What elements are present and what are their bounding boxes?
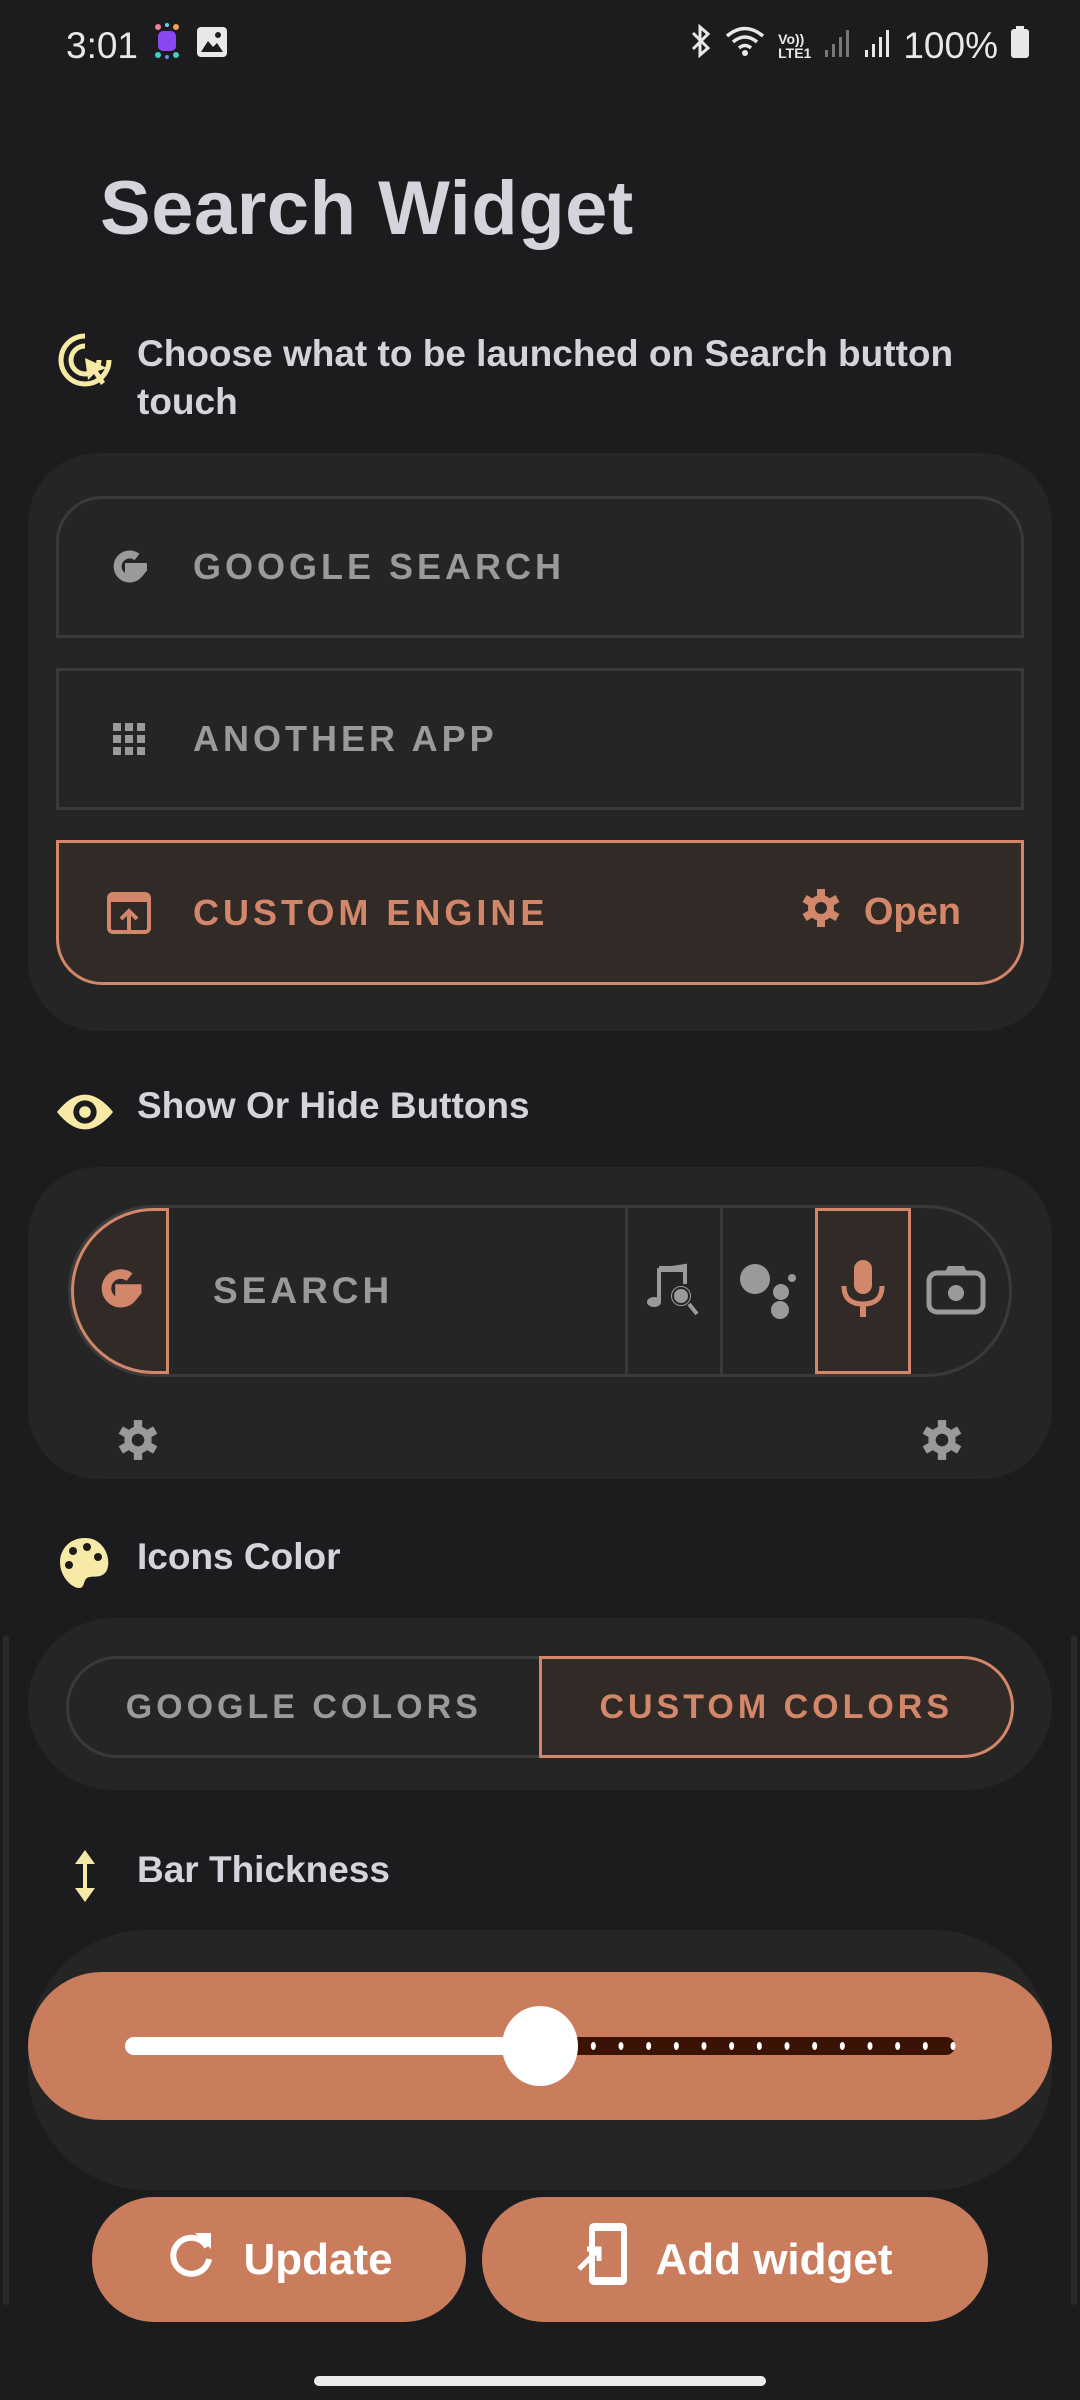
microphone-icon <box>838 1258 888 1325</box>
slider-tick <box>784 2042 790 2050</box>
palette-icon <box>55 1533 115 1593</box>
google-colors-option[interactable]: GOOGLE COLORS <box>66 1656 539 1758</box>
toggle-voice-search-button[interactable] <box>815 1208 911 1374</box>
scrollbar-left <box>3 1635 9 2305</box>
slider-tick <box>729 2042 735 2050</box>
buttons-section-title: Show Or Hide Buttons <box>137 1085 530 1126</box>
slider-tick <box>812 2042 818 2050</box>
search-label: SEARCH <box>213 1270 394 1311</box>
toggle-sound-search-button[interactable] <box>625 1208 720 1374</box>
option-label: CUSTOM ENGINE <box>193 891 549 933</box>
add-widget-button[interactable]: Add widget <box>482 2197 988 2322</box>
scrollbar-right[interactable] <box>1071 1635 1077 2305</box>
launch-section-header: Choose what to be launched on Search but… <box>55 330 1015 426</box>
app-notification-icon <box>148 22 186 69</box>
option-google-search[interactable]: GOOGLE SEARCH <box>56 496 1024 638</box>
option-custom-engine[interactable]: CUSTOM ENGINE Open <box>56 840 1024 985</box>
slider-tick <box>646 2042 652 2050</box>
slider-tick <box>839 2042 845 2050</box>
apps-grid-icon <box>99 721 159 757</box>
signal-icon-sim1 <box>823 25 851 67</box>
thickness-section-title: Bar Thickness <box>137 1849 390 1890</box>
battery-icon <box>1010 25 1030 67</box>
google-assistant-icon <box>736 1256 802 1327</box>
slider-inactive-track <box>540 2037 955 2055</box>
battery-percent: 100% <box>903 24 998 66</box>
camera-icon <box>925 1262 987 1321</box>
icons-color-section-header: Icons Color <box>55 1533 341 1593</box>
icons-color-section-title: Icons Color <box>137 1536 341 1577</box>
add-to-home-icon <box>577 2221 629 2298</box>
slider-thumb[interactable] <box>502 2006 578 2086</box>
thickness-slider[interactable] <box>28 1972 1052 2120</box>
add-widget-label: Add widget <box>655 2234 893 2284</box>
sound-search-icon <box>641 1256 707 1327</box>
option-label: GOOGLE SEARCH <box>193 546 566 587</box>
option-another-app[interactable]: ANOTHER APP <box>56 668 1024 810</box>
toggle-assistant-button[interactable] <box>720 1208 815 1374</box>
home-gesture-bar[interactable] <box>314 2376 766 2386</box>
custom-colors-option[interactable]: CUSTOM COLORS <box>538 1656 1014 1758</box>
signal-icon-sim2 <box>863 25 891 67</box>
left-button-settings[interactable] <box>116 1418 160 1467</box>
slider-active-track <box>125 2037 540 2055</box>
google-g-icon <box>89 1258 151 1325</box>
right-button-settings[interactable] <box>920 1418 964 1467</box>
open-custom-engine-button[interactable]: Open <box>800 887 961 939</box>
open-in-browser-icon <box>99 890 159 936</box>
widget-preview: SEARCH <box>68 1205 1012 1377</box>
vertical-resize-icon <box>55 1846 115 1906</box>
page-title: Search Widget <box>100 166 634 251</box>
update-label: Update <box>243 2234 393 2284</box>
slider-tick <box>673 2042 679 2050</box>
volte-lte1-icon: Vo)) LTE1 <box>778 30 812 61</box>
slider-tick <box>922 2042 928 2050</box>
icons-color-toggle: GOOGLE COLORS CUSTOM COLORS <box>66 1656 1014 1758</box>
slider-tick <box>590 2042 596 2050</box>
buttons-section-header: Show Or Hide Buttons <box>55 1082 530 1142</box>
open-label: Open <box>863 891 961 933</box>
google-g-icon <box>99 541 159 593</box>
gear-icon <box>116 1420 160 1466</box>
update-button[interactable]: Update <box>92 2197 466 2322</box>
gallery-icon <box>196 25 228 67</box>
launch-section-title: Choose what to be launched on Search but… <box>137 333 954 422</box>
touch-target-icon <box>55 330 115 390</box>
slider-tick <box>950 2042 956 2050</box>
slider-tick <box>756 2042 762 2050</box>
option-label: ANOTHER APP <box>193 718 498 759</box>
thickness-slider-container <box>28 1972 1052 2120</box>
thickness-section-header: Bar Thickness <box>55 1846 390 1906</box>
slider-tick <box>701 2042 707 2050</box>
slider-tick <box>895 2042 901 2050</box>
toggle-lens-button[interactable] <box>911 1208 1009 1374</box>
status-bar: 3:01 Vo)) LTE1 100% <box>0 0 1080 95</box>
slider-tick <box>867 2042 873 2050</box>
slider-tick <box>618 2042 624 2050</box>
gear-icon <box>800 887 842 939</box>
refresh-icon <box>165 2227 217 2292</box>
gear-icon <box>920 1420 964 1466</box>
bluetooth-icon <box>690 23 712 67</box>
slider-ticks <box>563 2042 956 2050</box>
wifi-icon <box>724 24 766 67</box>
clock: 3:01 <box>66 24 139 66</box>
eye-icon <box>55 1082 115 1142</box>
